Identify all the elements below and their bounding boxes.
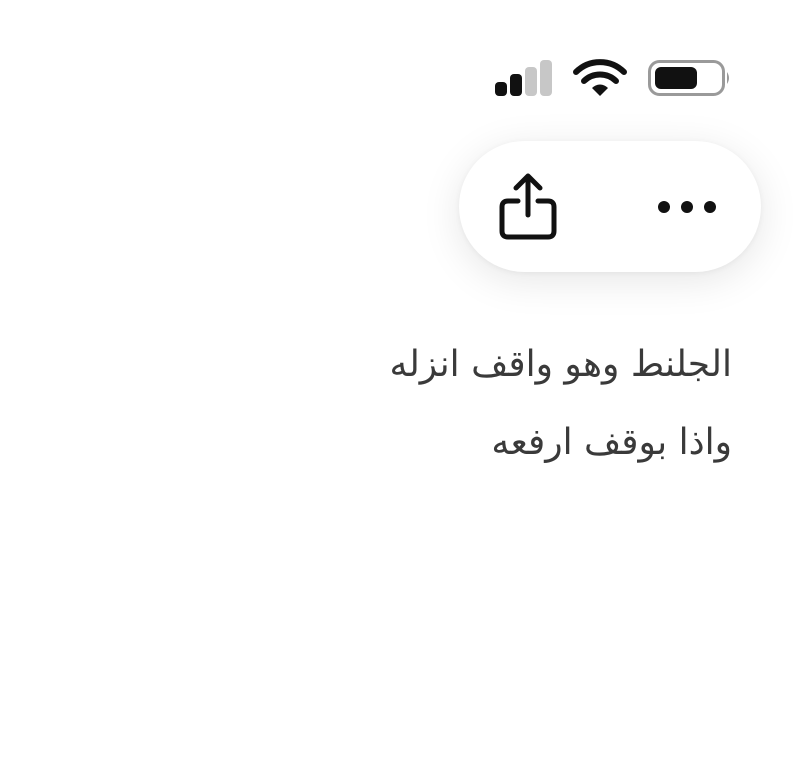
cellular-signal-icon [495,60,555,96]
note-line: واذا بوقف ارفعه [491,422,732,463]
notes-screen: الجلنط وهو واقف انزله واذا بوقف ارفعه [0,0,808,783]
wifi-icon [573,59,627,96]
note-line: الجلنط وهو واقف انزله [389,344,732,385]
battery-icon [648,60,729,96]
share-icon[interactable] [497,171,559,241]
more-options-icon[interactable] [654,186,726,226]
toolbar-pill [459,141,761,272]
note-body[interactable]: الجلنط وهو واقف انزله واذا بوقف ارفعه [132,326,732,482]
status-bar [490,54,735,100]
